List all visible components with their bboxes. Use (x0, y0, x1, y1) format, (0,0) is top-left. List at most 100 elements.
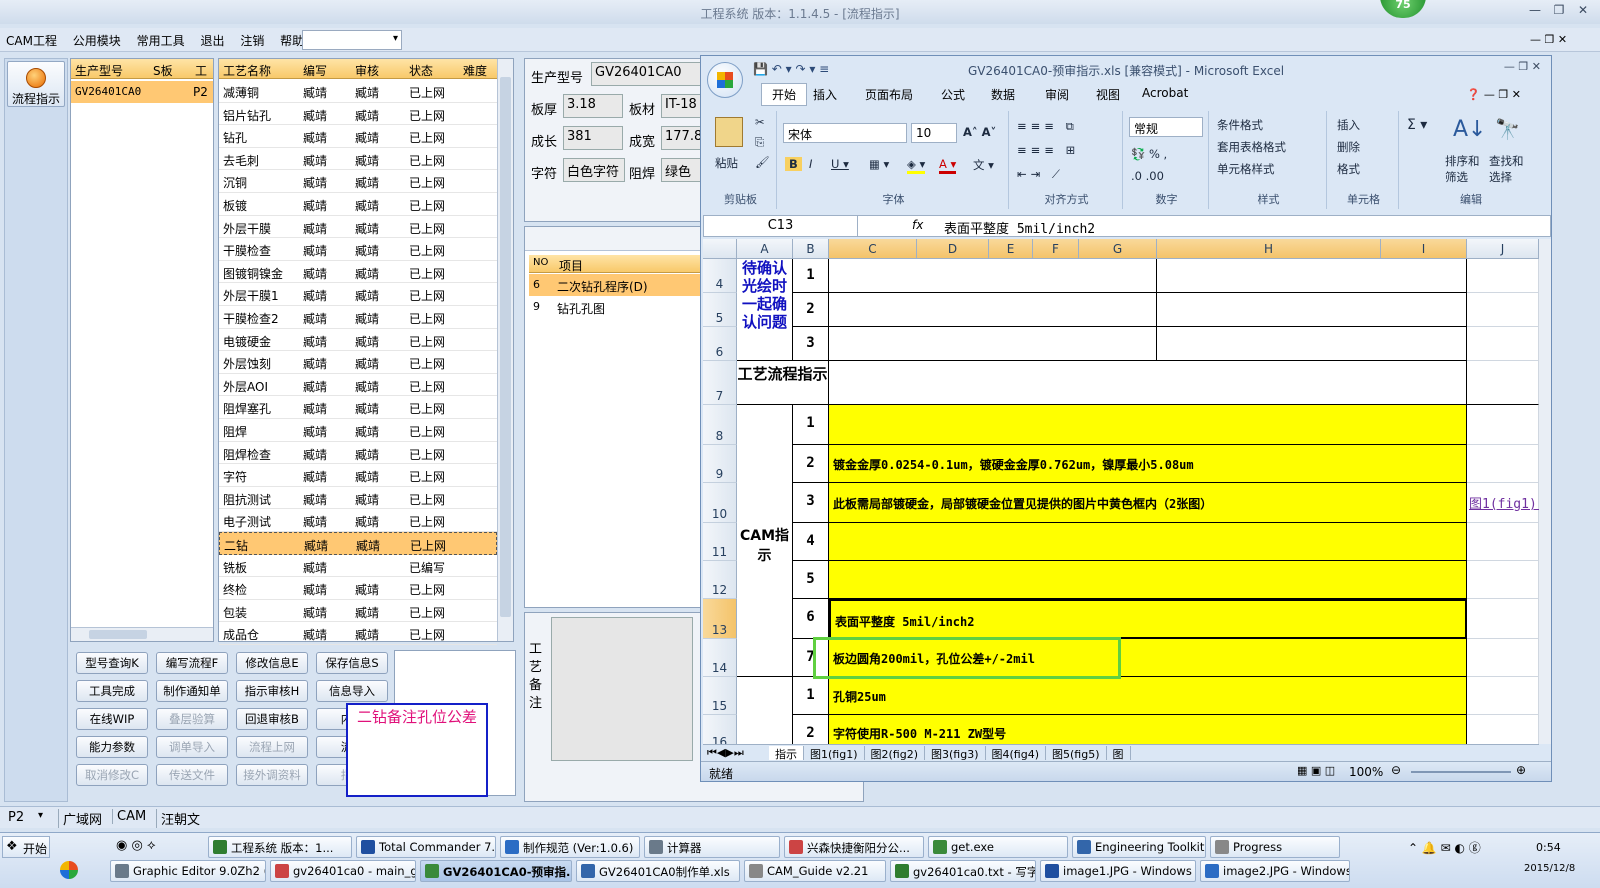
taskbar-item[interactable]: Engineering Toolkit 9.... (1072, 836, 1206, 858)
sheet-cell[interactable] (1467, 523, 1539, 561)
vertical-align-icon[interactable]: ≡≡≡ ⧉ (1017, 119, 1078, 134)
row-header[interactable]: 16 (703, 715, 737, 744)
sheet-cell[interactable]: 此板需局部镀硬金，局部镀硬金位置见提供的图片中黄色框内（2张图） (829, 483, 1467, 523)
sheet-cell[interactable] (1467, 599, 1539, 639)
cut-icon[interactable]: ✂ (755, 115, 765, 129)
sheet-tab[interactable]: 图1(fig1) (804, 746, 865, 760)
format-button[interactable]: 格式 (1337, 161, 1360, 177)
action-button[interactable]: 保存信息S (316, 652, 388, 674)
sort-filter-button[interactable]: 排序和筛选 (1445, 153, 1485, 185)
taskbar-item[interactable]: gv26401ca0.txt - 写字板 (890, 860, 1036, 882)
ribbon-tab[interactable]: Acrobat (1142, 86, 1188, 100)
row-header[interactable]: 9 (703, 445, 737, 483)
menu-public[interactable]: 公用模块 (67, 28, 127, 53)
row-header[interactable]: 12 (703, 561, 737, 599)
fill-color-icon[interactable]: ◈ ▾ (907, 157, 926, 174)
font-name-select[interactable]: 宋体 (783, 123, 907, 143)
process-row[interactable]: 干膜检查 臧靖 臧靖 已上网 (219, 238, 497, 261)
action-button[interactable]: 传送文件 (156, 764, 228, 786)
sheet-tab[interactable]: 图4(fig4) (986, 746, 1046, 760)
sheet-tab[interactable]: 图2(fig2) (865, 746, 925, 760)
taskbar-item[interactable]: GV26401CA0制作单.xls (576, 860, 740, 882)
action-button[interactable]: 在线WIP (76, 708, 148, 730)
spreadsheet-grid[interactable]: ABCDEFGHIJK45678910111213141516待确认光绘时一起确… (703, 239, 1539, 744)
taskbar-item[interactable]: image2.JPG - Windows ... (1200, 860, 1350, 882)
row-header[interactable]: 7 (703, 361, 737, 405)
process-row[interactable]: 电子测试 臧靖 臧靖 已上网 (219, 509, 497, 532)
windows-orb-icon[interactable] (60, 861, 78, 879)
paste-icon[interactable] (715, 117, 743, 147)
taskbar-item[interactable]: gv26401ca0 - main_ga... (270, 860, 416, 882)
sheet-cell[interactable]: 2 (793, 445, 829, 483)
taskbar-item[interactable]: Graphic Editor 9.0Zh2 (0... (110, 860, 266, 882)
sheet-cell[interactable]: 3 (793, 327, 829, 361)
sheet-tab[interactable]: 图 (1107, 746, 1131, 760)
action-button[interactable]: 制作通知单 (156, 680, 228, 702)
action-button[interactable]: 接外调资料 (236, 764, 308, 786)
sheet-cell[interactable] (1467, 361, 1539, 405)
action-button[interactable]: 能力参数 (76, 736, 148, 758)
sheet-cell[interactable] (829, 293, 1157, 327)
process-row[interactable]: 板镀 臧靖 臧靖 已上网 (219, 193, 497, 216)
indent-icon[interactable]: ⇤⇥ ⟋ (1017, 167, 1064, 182)
fx-icon[interactable]: fx (912, 218, 923, 232)
sheet-tab[interactable]: 图5(fig5) (1046, 746, 1107, 760)
material-field[interactable]: IT-18 (661, 94, 701, 118)
sheet-cell[interactable] (1467, 677, 1539, 715)
process-row[interactable]: 沉铜 臧靖 臧靖 已上网 (219, 170, 497, 193)
process-row[interactable]: 干膜检查2 臧靖 臧靖 已上网 (219, 306, 497, 329)
view-mode-icon[interactable]: ▦ ▣ ◫ (1297, 764, 1335, 777)
taskbar-item[interactable]: 制作规范 (Ver:1.0.6) (500, 836, 640, 858)
sheet-nav-icon[interactable]: ⏮◀▶⏭ (707, 746, 744, 760)
taskbar-item[interactable]: CAM_Guide v2.21 (744, 860, 886, 882)
name-box[interactable]: C13 (704, 216, 858, 236)
taskbar-item[interactable]: GV26401CA0-预审指... (420, 860, 572, 882)
sheet-cell[interactable] (829, 361, 1467, 405)
action-button[interactable]: 回退审核B (236, 708, 308, 730)
process-row[interactable]: 成品仓 臧靖 臧靖 已上网 (219, 622, 497, 645)
column-header[interactable]: C (829, 239, 917, 259)
action-button[interactable]: 工具完成 (76, 680, 148, 702)
table-format-button[interactable]: 套用表格格式 (1217, 139, 1286, 155)
flow-button[interactable]: 流程指示 (7, 61, 65, 107)
process-row[interactable]: 包装 臧靖 臧靖 已上网 (219, 600, 497, 623)
sheet-cell[interactable]: 1 (793, 405, 829, 445)
process-row[interactable]: 终检 臧靖 臧靖 已上网 (219, 577, 497, 600)
process-row[interactable]: 外层蚀刻 臧靖 臧靖 已上网 (219, 351, 497, 374)
action-button[interactable]: 修改信息E (236, 652, 308, 674)
column-header[interactable]: E (989, 239, 1033, 259)
row-header[interactable]: 15 (703, 677, 737, 715)
sheet-cell[interactable]: 字符使用R-500 M-211 ZW型号 (829, 715, 1467, 744)
action-button[interactable]: 流程上网 (236, 736, 308, 758)
row-header[interactable]: 11 (703, 523, 737, 561)
taskbar-item[interactable]: Total Commander 7.0 ... (356, 836, 496, 858)
process-row[interactable]: 钻孔 臧靖 臧靖 已上网 (219, 125, 497, 148)
minimize-icon[interactable]: — (1526, 3, 1544, 17)
action-button[interactable]: 调单导入 (156, 736, 228, 758)
process-row[interactable]: 阻焊 臧靖 臧靖 已上网 (219, 419, 497, 442)
copy-icon[interactable]: ⎘ (755, 135, 764, 150)
underline-icon[interactable]: U ▾ (831, 157, 849, 171)
sheet-cell[interactable] (1157, 327, 1467, 361)
horizontal-align-icon[interactable]: ≡≡≡ ⊞ (1017, 143, 1079, 157)
process-row[interactable]: 铣板 臧靖 已编写 (219, 555, 497, 578)
action-button[interactable]: 型号查询K (76, 652, 148, 674)
model-row[interactable]: GV26401CA0 P2 (71, 81, 213, 103)
soldermask-field[interactable]: 绿色 (661, 158, 701, 182)
sheet-cell[interactable]: 4 (793, 523, 829, 561)
row-header[interactable]: 13 (703, 599, 737, 639)
sheet-cell[interactable]: 5 (793, 561, 829, 599)
sheet-cell[interactable] (829, 327, 1157, 361)
sheet-cell[interactable]: 2 (793, 293, 829, 327)
bold-icon[interactable]: B (785, 157, 802, 171)
process-row[interactable]: 外层干膜1 臧靖 臧靖 已上网 (219, 283, 497, 306)
ribbon-tab[interactable]: 数据 (991, 86, 1015, 103)
taskbar-item[interactable]: 工程系统 版本：1... (208, 836, 352, 858)
chevron-down-icon[interactable]: ▾ (38, 810, 43, 821)
sheet-tab[interactable]: 指示 (769, 746, 804, 760)
ribbon-tab[interactable]: 公式 (941, 86, 965, 103)
process-row[interactable]: 去毛刺 臧靖 臧靖 已上网 (219, 148, 497, 171)
process-row[interactable]: 图镀铜镍金 臧靖 臧靖 已上网 (219, 261, 497, 284)
sheet-cell[interactable]: 表面平整度 5mil/inch2 (829, 599, 1467, 639)
sheet-vscroll[interactable] (1539, 239, 1551, 744)
